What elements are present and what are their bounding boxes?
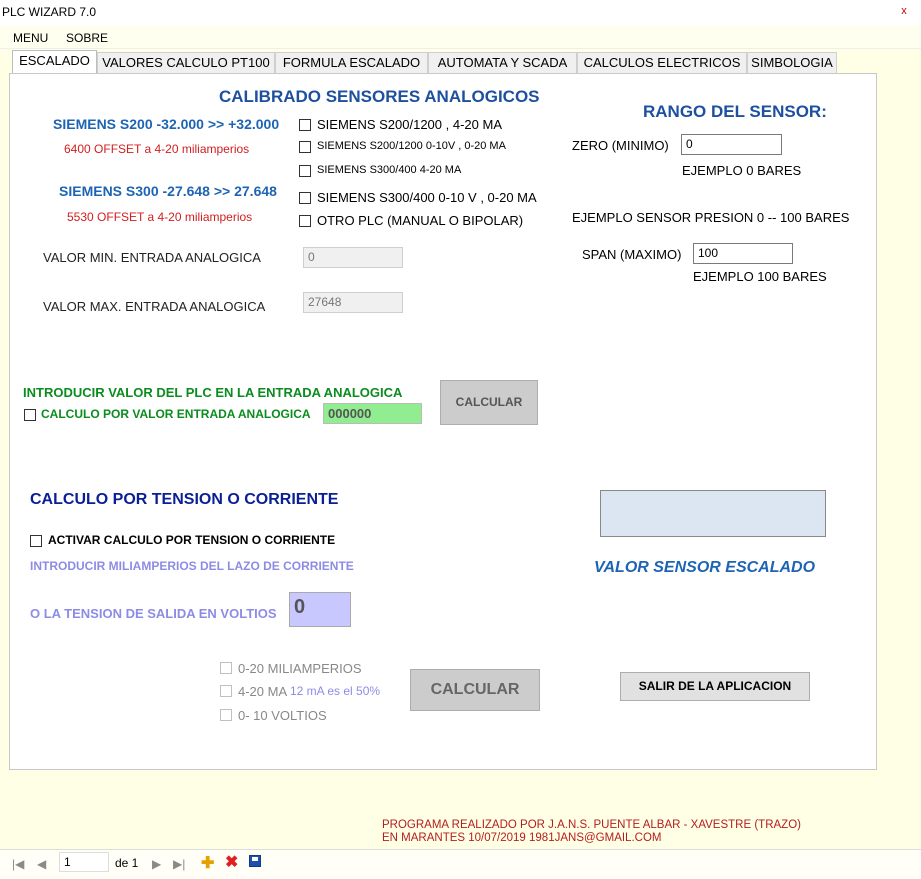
position-input[interactable]: 1 [59,852,109,872]
window-title: PLC WIZARD 7.0 [2,5,97,19]
calibrado-title: CALIBRADO SENSORES ANALOGICOS [219,87,540,106]
credits-line2: EN MARANTES 10/07/2019 1981JANS@GMAIL.CO… [382,832,662,844]
tab-valores-calculo-pt100[interactable]: VALORES CALCULO PT100 [97,52,275,73]
valor-sensor-escalado-label: VALOR SENSOR ESCALADO [594,559,816,576]
resultado-box [600,490,826,537]
activar-tension-label: ACTIVAR CALCULO POR TENSION O CORRIENTE [48,533,336,547]
zero-example-label: EJEMPLO 0 BARES [682,163,802,178]
add-new-icon[interactable]: ✚ [201,853,214,873]
move-last-icon[interactable]: ▶| [173,857,185,871]
zero-label: ZERO (MINIMO) [572,138,669,153]
option-s300-4-20ma-label: SIEMENS S300/400 4-20 MA [317,164,462,176]
miliamperios-label: INTRODUCIR MILIAMPERIOS DEL LAZO DE CORR… [30,559,354,573]
menu-item-menu[interactable]: MENU [13,31,48,45]
plc-input-title: INTRODUCIR VALOR DEL PLC EN LA ENTRADA A… [23,385,403,400]
delete-icon[interactable]: ✖ [225,852,238,872]
checkbox-s300-0-10v[interactable] [299,192,311,204]
menu-bar [0,25,921,49]
checkbox-s300-4-20ma[interactable] [299,165,311,177]
calculo-entrada-label: CALCULO POR VALOR ENTRADA ANALOGICA [41,407,311,421]
rango-sensor-title: RANGO DEL SENSOR: [643,102,827,121]
opt-0-20ma-label: 0-20 MILIAMPERIOS [238,661,362,676]
option-s300-0-10v-label: SIEMENS S300/400 0-10 V , 0-20 MA [317,190,537,205]
span-input[interactable]: 100 [693,243,793,264]
option-otro-plc-label: OTRO PLC (MANUAL O BIPOLAR) [317,213,524,228]
tension-title: CALCULO POR TENSION O CORRIENTE [30,491,339,508]
voltios-label: O LA TENSION DE SALIDA EN VOLTIOS [30,606,277,621]
opt-0-10v-label: 0- 10 VOLTIOS [238,708,327,723]
salir-button[interactable]: SALIR DE LA APLICACION [620,672,810,701]
min-entrada-label: VALOR MIN. ENTRADA ANALOGICA [43,250,261,265]
tab-formula-escalado[interactable]: FORMULA ESCALADO [275,52,428,73]
calcular-tension-button[interactable]: CALCULAR [410,669,540,711]
option-s200-4-20ma-label: SIEMENS S200/1200 , 4-20 MA [317,117,502,132]
tab-strip: ESCALADO VALORES CALCULO PT100 FORMULA E… [10,50,876,74]
s300-range-label: SIEMENS S300 -27.648 >> 27.648 [59,183,277,199]
move-previous-icon[interactable]: ◀ [37,857,46,871]
min-entrada-input[interactable]: 0 [303,247,403,268]
span-example-label: EJEMPLO 100 BARES [693,269,827,284]
plc-value-input[interactable]: 000000 [323,403,422,424]
s300-offset-label: 5530 OFFSET a 4-20 miliamperios [67,210,253,224]
close-button[interactable]: x [895,3,913,21]
checkbox-s200-0-10v[interactable] [299,141,311,153]
tab-calculos-electricos[interactable]: CALCULOS ELECTRICOS [577,52,747,73]
move-first-icon[interactable]: |◀ [12,857,24,871]
option-s200-0-10v-label: SIEMENS S200/1200 0-10V , 0-20 MA [317,140,506,152]
sensor-example-label: EJEMPLO SENSOR PRESION 0 -- 100 BARES [572,210,850,225]
title-bar [0,0,921,25]
calcular-plc-button[interactable]: CALCULAR [440,380,538,425]
max-entrada-input[interactable]: 27648 [303,292,403,313]
count-label: de 1 [115,856,139,870]
opt-4-20ma-note: 12 mA es el 50% [290,684,381,698]
max-entrada-label: VALOR MAX. ENTRADA ANALOGICA [43,299,266,314]
checkbox-s200-4-20ma[interactable] [299,119,311,131]
checkbox-0-20ma[interactable] [220,662,232,674]
tension-value-input[interactable]: 0 [289,592,351,627]
s200-range-label: SIEMENS S200 -32.000 >> +32.000 [53,116,280,132]
s200-offset-label: 6400 OFFSET a 4-20 miliamperios [64,142,250,156]
checkbox-otro-plc[interactable] [299,215,311,227]
menu-item-sobre[interactable]: SOBRE [66,31,108,45]
checkbox-0-10v[interactable] [220,709,232,721]
opt-4-20ma-label: 4-20 MA [238,684,288,699]
zero-input[interactable]: 0 [681,134,782,155]
credits-line1: PROGRAMA REALIZADO POR J.A.N.S. PUENTE A… [382,819,801,831]
checkbox-activar-tension[interactable] [30,535,42,547]
checkbox-4-20ma[interactable] [220,685,232,697]
save-icon-label [252,857,258,861]
span-label: SPAN (MAXIMO) [582,247,682,262]
tab-escalado[interactable]: ESCALADO [12,50,97,74]
save-icon[interactable] [249,855,261,867]
tab-simbologia[interactable]: SIMBOLOGIA [747,52,837,73]
tab-automata-y-scada[interactable]: AUTOMATA Y SCADA [428,52,577,73]
move-next-icon[interactable]: ▶ [152,857,161,871]
checkbox-calculo-entrada[interactable] [24,409,36,421]
